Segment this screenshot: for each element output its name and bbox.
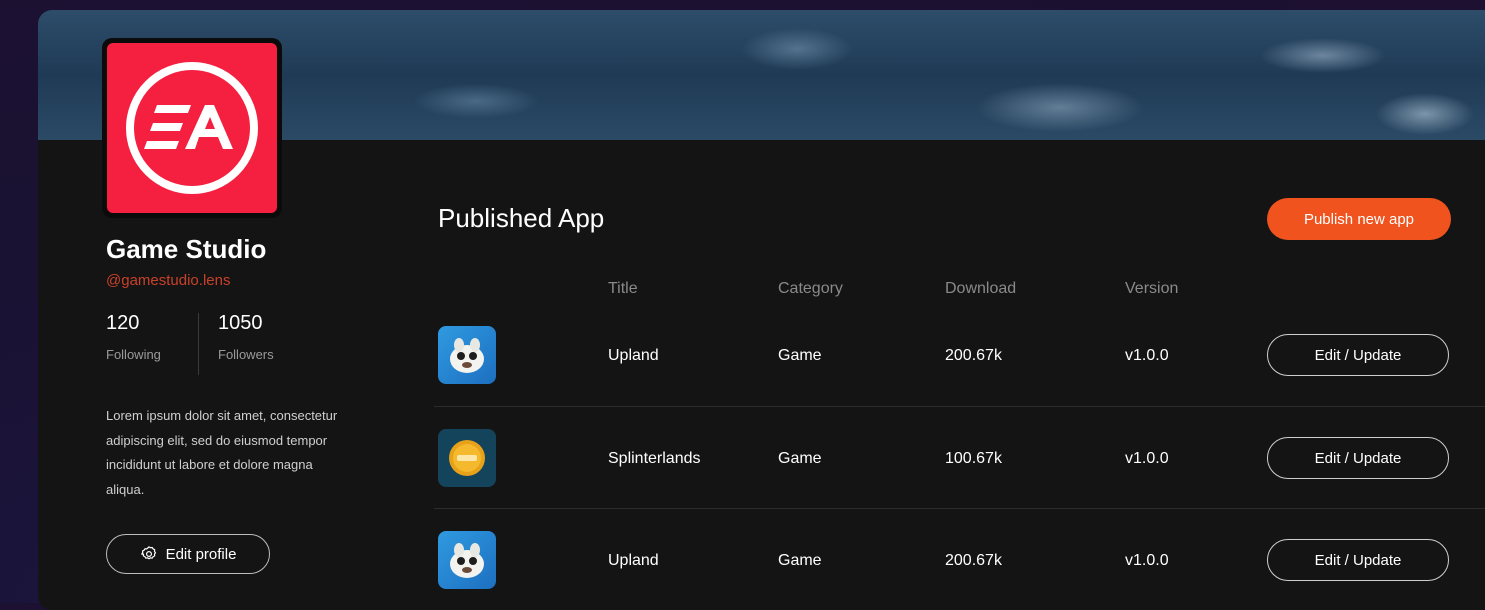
app-category: Game xyxy=(778,450,822,467)
app-category: Game xyxy=(778,552,822,569)
column-header-title[interactable]: Title xyxy=(608,280,638,298)
studio-logo xyxy=(102,38,282,218)
column-header-version[interactable]: Version xyxy=(1125,280,1178,298)
app-downloads: 100.67k xyxy=(945,450,1002,467)
stat-divider xyxy=(198,313,199,375)
edit-update-button[interactable]: Edit / Update xyxy=(1267,437,1449,479)
table-row[interactable]: Upland Game 200.67k v1.0.0 Edit / Update xyxy=(434,304,1485,407)
studio-handle[interactable]: @gamestudio.lens xyxy=(106,272,230,289)
table-row[interactable]: Splinterlands Game 100.67k v1.0.0 Edit /… xyxy=(434,407,1485,510)
followers-label: Followers xyxy=(218,347,274,362)
studio-name: Game Studio xyxy=(106,234,267,264)
app-category: Game xyxy=(778,347,822,364)
column-header-category[interactable]: Category xyxy=(778,280,843,298)
app-title: Splinterlands xyxy=(608,450,701,467)
app-title: Upland xyxy=(608,552,659,569)
splinterlands-app-icon xyxy=(438,429,496,487)
app-version: v1.0.0 xyxy=(1125,552,1169,569)
studio-bio: Lorem ipsum dolor sit amet, consectetur … xyxy=(106,408,338,497)
gear-icon xyxy=(140,546,156,560)
app-title: Upland xyxy=(608,347,659,364)
table-row[interactable]: Upland Game 200.67k v1.0.0 Edit / Update xyxy=(434,509,1485,610)
followers-count: 1050 xyxy=(218,312,263,334)
edit-profile-button[interactable]: Edit profile xyxy=(106,534,270,574)
edit-update-button[interactable]: Edit / Update xyxy=(1267,334,1449,376)
following-label: Following xyxy=(106,347,161,362)
section-title: Published App xyxy=(438,203,605,233)
following-count: 120 xyxy=(106,312,140,334)
app-version: v1.0.0 xyxy=(1125,347,1169,364)
app-downloads: 200.67k xyxy=(945,347,1002,364)
app-version: v1.0.0 xyxy=(1125,450,1169,467)
upland-app-icon xyxy=(438,326,496,384)
profile-card: Game Studio @gamestudio.lens 120 Followi… xyxy=(38,10,1485,610)
upland-app-icon xyxy=(438,531,496,589)
followers-stat[interactable]: 1050 Followers xyxy=(218,312,274,362)
publish-new-app-button[interactable]: Publish new app xyxy=(1267,198,1451,240)
app-downloads: 200.67k xyxy=(945,552,1002,569)
column-header-download[interactable]: Download xyxy=(945,280,1016,298)
edit-update-button[interactable]: Edit / Update xyxy=(1267,539,1449,581)
edit-profile-label: Edit profile xyxy=(165,545,237,563)
following-stat[interactable]: 120 Following xyxy=(106,312,161,362)
ea-logo-icon xyxy=(126,62,258,194)
